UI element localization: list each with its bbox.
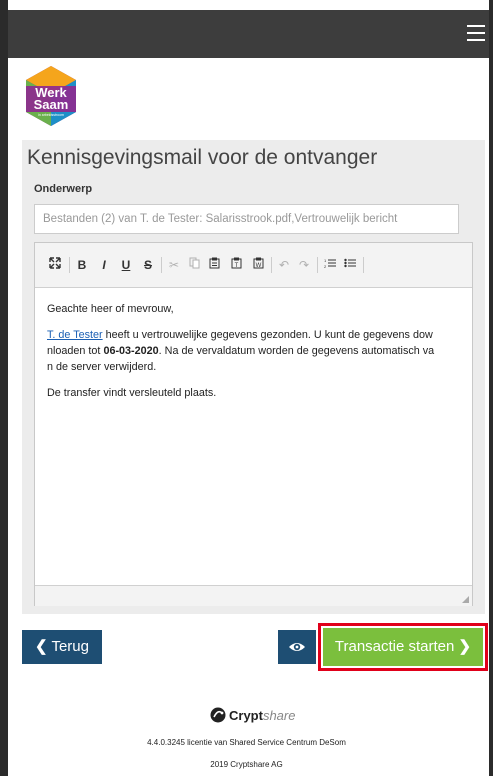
undo-icon[interactable]: ↶	[277, 257, 291, 273]
window-frame-left	[0, 0, 8, 776]
sender-link[interactable]: T. de Tester	[47, 329, 103, 341]
toolbar-separator	[161, 257, 162, 273]
redo-icon[interactable]: ↷	[297, 257, 311, 273]
underline-button[interactable]: U	[119, 257, 133, 273]
body-line-a: heeft u vertrouwelijke gegevens gezonden…	[102, 329, 433, 341]
brand-share: share	[262, 707, 296, 723]
toolbar-separator	[317, 257, 318, 273]
cryptshare-logo: Crypt share	[210, 706, 295, 724]
numbered-list-icon[interactable]: 12	[323, 257, 337, 273]
eye-icon	[289, 643, 305, 651]
transfer-note: De transfer vindt versleuteld plaats.	[47, 387, 217, 399]
bulleted-list-icon[interactable]	[343, 257, 357, 273]
cut-icon[interactable]: ✂	[167, 257, 181, 273]
logo-tagline: in arbeidsstroom	[38, 113, 64, 117]
body-paragraph: T. de Tester heeft u vertrouwelijke gege…	[47, 327, 465, 375]
strikethrough-button[interactable]: S	[141, 257, 155, 273]
editor-content[interactable]: Geachte heer of mevrouw, T. de Tester he…	[47, 301, 465, 411]
window-frame-right	[489, 0, 493, 776]
back-button-label: Terug	[51, 638, 89, 655]
body-line-b-post: . Na de vervaldatum worden de gegevens a…	[158, 345, 435, 357]
expiry-date: 06-03-2020	[103, 345, 159, 357]
paste-text-icon[interactable]: T	[229, 257, 243, 273]
back-button[interactable]: ❮ Terug	[22, 630, 102, 664]
maximize-icon[interactable]	[47, 257, 63, 273]
body-line-b-pre: nloaden tot	[47, 345, 104, 357]
svg-text:T: T	[234, 263, 238, 269]
paste-word-icon[interactable]: W	[251, 257, 265, 273]
start-button-label: Transactie starten	[334, 638, 455, 655]
svg-text:W: W	[255, 263, 261, 269]
editor-status-bar	[35, 585, 472, 606]
italic-button[interactable]: I	[97, 257, 111, 273]
chevron-left-icon: ❮	[34, 638, 48, 655]
toolbar-separator	[271, 257, 272, 273]
bold-button[interactable]: B	[75, 257, 89, 273]
body-line-c: n de server verwijderd.	[47, 361, 157, 373]
top-navigation-bar	[8, 10, 489, 58]
license-text: 4.4.0.3245 licentie van Shared Service C…	[147, 738, 346, 747]
paste-icon[interactable]	[207, 257, 221, 273]
logo-line2: Saam	[34, 97, 69, 112]
start-transaction-button[interactable]: Transactie starten ❯	[323, 628, 483, 666]
cryptshare-logo-icon	[210, 707, 226, 723]
preview-button[interactable]	[278, 630, 316, 664]
page-title: Kennisgevingsmail voor de ontvanger	[27, 146, 378, 169]
rich-text-editor[interactable]: B I U S ✂ T W ↶ ↷ 12 Geachte heer of mev…	[34, 242, 473, 606]
subject-label: Onderwerp	[34, 183, 93, 195]
chevron-right-icon: ❯	[458, 638, 472, 655]
editor-toolbar: B I U S ✂ T W ↶ ↷ 12	[35, 243, 472, 288]
brand-crypt: Crypt	[229, 707, 263, 723]
copyright-text: 2019 Cryptshare AG	[210, 760, 283, 769]
hamburger-menu-icon[interactable]	[467, 25, 485, 41]
notification-mail-panel: Kennisgevingsmail voor de ontvanger Onde…	[22, 140, 485, 614]
copy-icon[interactable]	[187, 257, 201, 273]
svg-text:1: 1	[324, 258, 327, 263]
toolbar-separator	[69, 257, 70, 273]
toolbar-separator	[363, 257, 364, 273]
greeting-text: Geachte heer of mevrouw,	[47, 303, 174, 315]
resize-handle-icon[interactable]	[462, 596, 469, 603]
svg-text:2: 2	[324, 264, 327, 269]
werksaam-logo: Werk Saam in arbeidsstroom	[22, 64, 80, 128]
subject-input[interactable]: Bestanden (2) van T. de Tester: Salariss…	[34, 204, 459, 234]
